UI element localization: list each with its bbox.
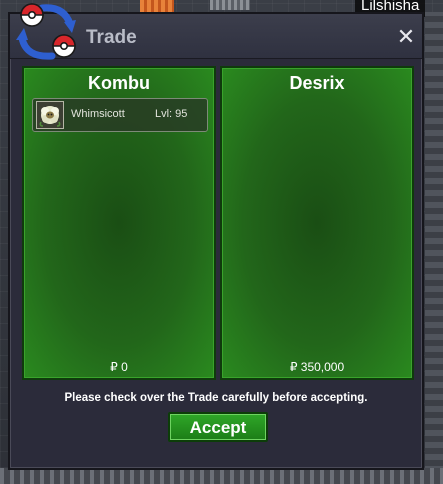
close-button[interactable]: ✕ [396, 26, 416, 48]
pokemon-level: Lvl: 95 [155, 108, 188, 120]
trade-notice: Please check over the Trade carefully be… [64, 392, 368, 404]
window-title: Trade [86, 27, 137, 48]
pokemon-slot[interactable]: Whimsicott Lvl: 95 [32, 98, 208, 132]
offer-panel-left[interactable]: Kombu Whimsicott Lvl: 95 ₽ 0 [22, 66, 216, 380]
world-sprite-gray [210, 0, 250, 10]
accept-button[interactable]: Accept [168, 412, 268, 442]
trader-name-left: Kombu [88, 73, 150, 93]
money-offer-left: ₽ 0 [110, 360, 128, 374]
pokemon-name: Whimsicott [71, 108, 125, 120]
whimsicott-icon [39, 106, 61, 127]
money-offer-right: ₽ 350,000 [289, 360, 345, 374]
world-sprite-orange [140, 0, 174, 12]
world-wall [425, 12, 443, 484]
pokemon-icon-frame [36, 101, 64, 129]
trade-window: Trade ✕ Kombu Whimsicott Lvl: 95 ₽ 0 Des… [8, 12, 424, 470]
trader-name-right: Desrix [289, 73, 345, 93]
offer-panel-right[interactable]: Desrix ₽ 350,000 [220, 66, 414, 380]
trade-logo-icon [16, 3, 76, 60]
world-floor-edge [0, 468, 443, 484]
